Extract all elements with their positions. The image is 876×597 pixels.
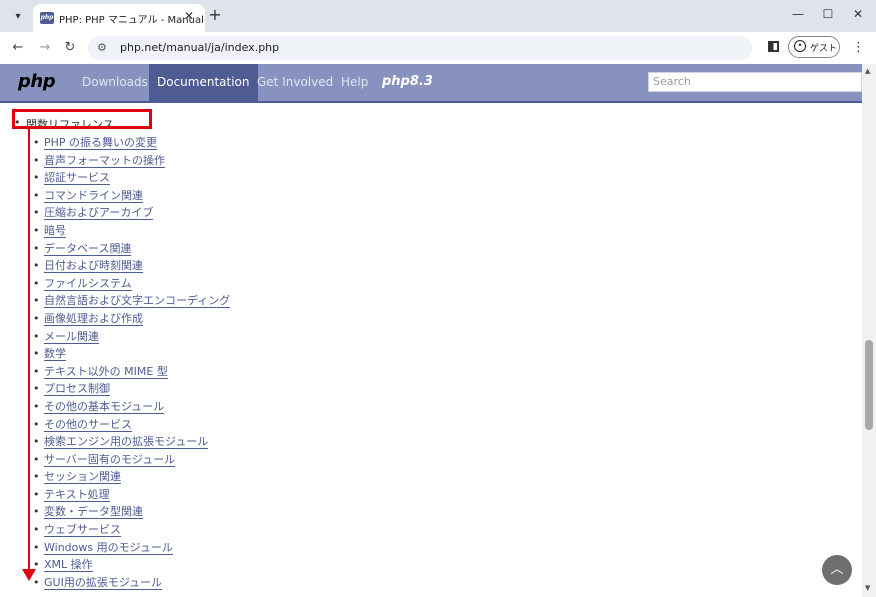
guest-label: ゲスト — [810, 44, 838, 54]
reference-link[interactable]: 音声フォーマットの操作 — [44, 153, 165, 168]
reference-link[interactable]: データベース関連 — [44, 241, 132, 256]
php-version-badge[interactable]: php8.3 — [382, 74, 433, 89]
list-item: • ファイルシステム — [33, 276, 132, 291]
reference-link[interactable]: その他の基本モジュール — [44, 399, 165, 414]
reference-link[interactable]: 暗号 — [44, 223, 66, 238]
scroll-up-icon[interactable]: ▲ — [865, 67, 870, 75]
list-item: • 認証サービス — [33, 171, 110, 186]
nav-get-involved[interactable]: Get Involved — [249, 64, 341, 101]
reference-link[interactable]: 画像処理および作成 — [44, 311, 143, 326]
php-favicon-icon: php — [40, 12, 54, 24]
guest-profile-button[interactable]: • ゲスト — [788, 36, 840, 58]
list-item: • ウェブサービス — [33, 523, 121, 538]
list-item: • GUI用の拡張モジュール — [33, 575, 163, 590]
nav-help[interactable]: Help — [333, 64, 376, 101]
close-window-icon[interactable]: ✕ — [848, 7, 868, 21]
reference-link[interactable]: PHP の振る舞いの変更 — [44, 136, 158, 150]
list-item: • Windows 用のモジュール — [33, 540, 173, 555]
list-item: • 画像処理および作成 — [33, 311, 143, 326]
list-item: • セッション関連 — [33, 470, 121, 485]
address-bar: ← → ↻ ⚙ php.net/manual/ja/index.php • ゲス… — [0, 32, 876, 65]
reference-link[interactable]: Windows 用のモジュール — [44, 540, 173, 555]
reference-link[interactable]: 自然言語および文字エンコーディング — [44, 294, 231, 309]
site-info-icon[interactable]: ⚙ — [97, 41, 107, 54]
list-item: • テキスト処理 — [33, 487, 110, 502]
list-item: • コマンドライン関連 — [33, 188, 143, 203]
list-item: • XML 操作 — [33, 558, 93, 573]
reference-link[interactable]: メール関連 — [44, 329, 99, 344]
list-item: • 日付および時刻関連 — [33, 259, 143, 274]
list-item: • PHP の振る舞いの変更 — [33, 136, 158, 150]
nav-documentation[interactable]: Documentation — [149, 64, 258, 101]
forward-arrow-icon[interactable]: → — [37, 40, 53, 55]
reference-link[interactable]: サーバー固有のモジュール — [44, 452, 176, 467]
reference-link[interactable]: 検索エンジン用の拡張モジュール — [44, 435, 209, 450]
new-tab-button[interactable]: + — [207, 5, 223, 24]
reference-link[interactable]: テキスト以外の MIME 型 — [44, 364, 168, 379]
omnibox[interactable]: ⚙ php.net/manual/ja/index.php — [88, 36, 752, 60]
reference-link[interactable]: 日付および時刻関連 — [44, 259, 143, 274]
reference-link[interactable]: テキスト処理 — [44, 487, 110, 502]
nav-downloads[interactable]: Downloads — [74, 64, 156, 101]
list-item: • 圧縮およびアーカイブ — [33, 206, 154, 221]
list-item: • メール関連 — [33, 329, 99, 344]
reference-link[interactable]: 圧縮およびアーカイブ — [44, 206, 154, 221]
reload-icon[interactable]: ↻ — [62, 40, 78, 55]
annotation-arrow-line — [28, 127, 30, 571]
list-item: • 変数・データ型関連 — [33, 505, 143, 520]
list-item: • その他のサービス — [33, 417, 132, 432]
minimize-icon[interactable]: — — [788, 7, 808, 21]
php-navbar: php Downloads Documentation Get Involved… — [0, 64, 862, 103]
reference-link[interactable]: 変数・データ型関連 — [44, 505, 143, 520]
list-item: • 音声フォーマットの操作 — [33, 153, 165, 168]
php-logo[interactable]: php — [18, 71, 56, 92]
annotation-highlight-box — [12, 109, 152, 129]
reference-link[interactable]: 数学 — [44, 347, 66, 362]
reference-link[interactable]: ウェブサービス — [44, 523, 121, 538]
scroll-down-icon[interactable]: ▼ — [865, 584, 870, 592]
more-menu-icon[interactable]: ⋮ — [852, 40, 865, 55]
maximize-icon[interactable]: ☐ — [818, 7, 838, 21]
reference-link[interactable]: ファイルシステム — [44, 276, 132, 291]
reference-link[interactable]: GUI用の拡張モジュール — [44, 575, 163, 590]
profile-icon: • — [794, 40, 806, 52]
manual-content: • 関数リファレンス • PHP の振る舞いの変更 • 音声フォーマットの操作 • 認… — [0, 103, 862, 597]
search-input[interactable]: Search — [648, 72, 862, 92]
url-text[interactable]: php.net/manual/ja/index.php — [120, 41, 279, 54]
reference-link[interactable]: XML 操作 — [44, 558, 93, 573]
side-panel-icon[interactable] — [768, 41, 779, 52]
list-item: • サーバー固有のモジュール — [33, 452, 176, 467]
function-reference-list: • PHP の振る舞いの変更 • 音声フォーマットの操作 • 認証サービス • コマンド… — [33, 134, 231, 591]
page-scrollbar[interactable]: ▲ ▼ — [862, 64, 876, 597]
reference-link[interactable]: コマンドライン関連 — [44, 188, 143, 203]
active-tab[interactable]: php PHP: PHP マニュアル - Manual ✕ — [33, 4, 205, 32]
list-item: • データベース関連 — [33, 241, 132, 256]
reference-link[interactable]: セッション関連 — [44, 470, 121, 485]
list-item: • 暗号 — [33, 223, 66, 238]
close-tab-icon[interactable]: ✕ — [182, 9, 196, 23]
tab-search-icon[interactable]: ▾ — [10, 8, 26, 24]
list-item: • テキスト以外の MIME 型 — [33, 364, 168, 379]
annotation-arrow-head-icon — [22, 569, 36, 581]
reference-link[interactable]: その他のサービス — [44, 417, 132, 432]
list-item: • 自然言語および文字エンコーディング — [33, 294, 231, 309]
list-item: • プロセス制御 — [33, 382, 110, 397]
reference-link[interactable]: プロセス制御 — [44, 382, 110, 397]
scrollbar-thumb[interactable] — [865, 340, 873, 430]
reference-link[interactable]: 認証サービス — [44, 171, 110, 186]
browser-tab-bar: ▾ php PHP: PHP マニュアル - Manual ✕ + — ☐ ✕ — [0, 0, 876, 32]
back-arrow-icon[interactable]: ← — [10, 40, 26, 55]
list-item: • その他の基本モジュール — [33, 399, 165, 414]
back-to-top-icon[interactable]: ︿ — [822, 555, 852, 585]
list-item: • 数学 — [33, 347, 66, 362]
list-item: • 検索エンジン用の拡張モジュール — [33, 435, 209, 450]
